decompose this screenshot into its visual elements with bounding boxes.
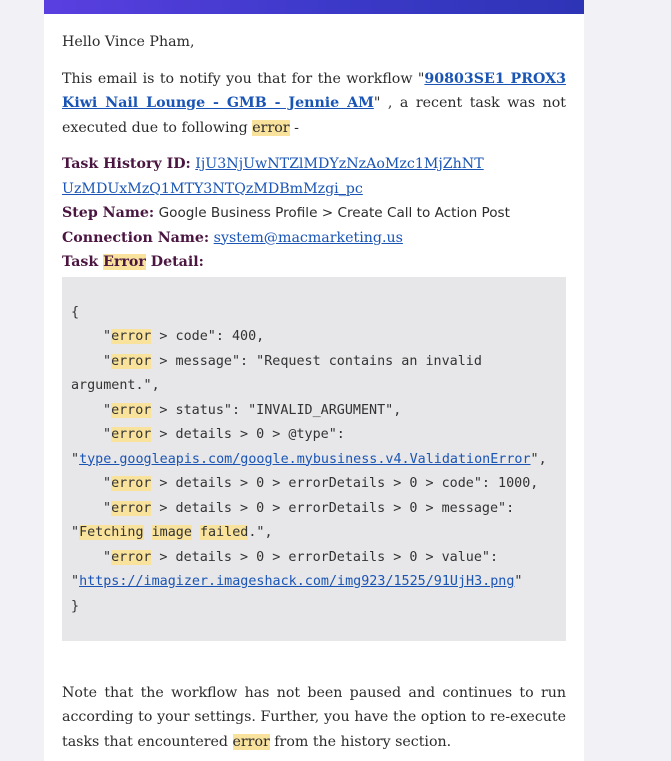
code-line-detail-code: > details > 0 > errorDetails > 0 > code"… (151, 476, 539, 491)
step-name-row: Step Name: Google Business Profile > Cre… (62, 201, 566, 226)
highlight-failed: failed (200, 525, 249, 540)
highlighted-error-word: error (252, 119, 290, 136)
highlighted-error-word: error (232, 733, 270, 750)
image-url-link[interactable]: https://imagizer.imageshack.com/img923/1… (79, 574, 514, 589)
highlight-fetching: Fetching (79, 525, 144, 540)
code-line-detail-value: > details > 0 > errorDetails > 0 > value… (151, 549, 499, 565)
task-history-row: Task History ID: IjU3NjUwNTZlMDYzNzAoMzc… (62, 152, 566, 201)
code-line-type-tail: ", (530, 451, 547, 467)
intro-text-before: This email is to notify you that for the… (62, 70, 425, 87)
connection-email-link[interactable]: system@macmarketing.us (214, 230, 403, 246)
connection-name-label: Connection Name: (62, 229, 210, 246)
task-error-detail-label-before: Task (62, 254, 104, 270)
task-history-label: Task History ID: (62, 156, 191, 172)
code-open-brace: { (71, 304, 80, 320)
email-card: Hello Vince Pham, This email is to notif… (44, 0, 584, 761)
code-line-detail-message: > details > 0 > errorDetails > 0 > messa… (151, 500, 515, 516)
code-error-key: error (111, 329, 152, 344)
intro-paragraph: This email is to notify you that for the… (62, 67, 566, 141)
intro-text-after: - (289, 119, 299, 136)
step-name-value: Google Business Profile > Create Call to… (158, 205, 510, 221)
code-line-type: > details > 0 > @type": (151, 427, 345, 442)
task-error-detail-label-highlight: Error (103, 254, 146, 270)
connection-name-row: Connection Name: system@macmarketing.us (62, 226, 566, 251)
code-error-key: error (111, 427, 152, 442)
note-text-after: from the history section. (269, 733, 452, 750)
note-paragraph: Note that the workflow has not been paus… (62, 681, 566, 755)
code-line-message: > message": "Request contains an invalid (151, 353, 482, 369)
code-error-key: error (111, 500, 152, 516)
task-error-detail-label-after: Detail: (145, 254, 204, 270)
code-close-brace: } (71, 598, 80, 614)
code-line-message-cont: argument.", (71, 378, 160, 393)
code-line-code: > code": 400, (151, 329, 265, 344)
greeting: Hello Vince Pham, (62, 34, 195, 50)
step-name-label: Step Name: (62, 205, 155, 221)
highlight-image: image (151, 525, 192, 540)
error-detail-code-block: { "error > code": 400, "error > message"… (62, 276, 566, 641)
code-line-status: > status": "INVALID_ARGUMENT", (151, 402, 402, 418)
code-error-key: error (111, 402, 152, 418)
code-error-key: error (111, 476, 152, 491)
email-body: Hello Vince Pham, This email is to notif… (62, 30, 566, 754)
code-line-detail-message-tail: .", (248, 525, 273, 540)
code-error-key: error (111, 549, 152, 565)
code-line-detail-value-tail: " (514, 574, 523, 589)
validation-error-type-link[interactable]: type.googleapis.com/google.mybusiness.v4… (79, 452, 530, 467)
header-band (44, 0, 584, 14)
code-error-key: error (111, 353, 152, 369)
task-error-detail-row: Task Error Detail: (62, 250, 566, 275)
